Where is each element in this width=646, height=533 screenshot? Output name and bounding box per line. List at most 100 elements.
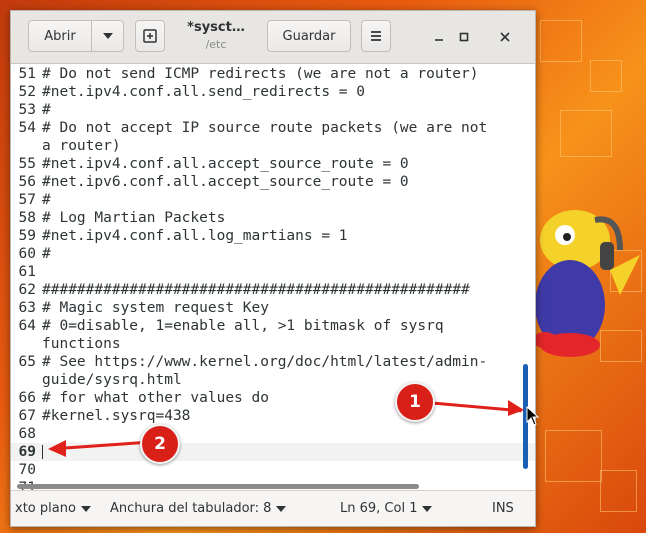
mouse-pointer-icon: [526, 406, 540, 426]
line-number: 51: [18, 66, 36, 82]
editor-line[interactable]: 60 #: [11, 245, 535, 263]
editor-line[interactable]: 51 # Do not send ICMP redirects (we are n…: [11, 65, 535, 83]
line-number: 68: [18, 426, 36, 442]
arrow-head-icon: [508, 400, 524, 416]
maximize-button[interactable]: [454, 27, 474, 47]
annotation-marker-2: 2: [140, 424, 180, 464]
editor-line[interactable]: 64 # 0=disable, 1=enable all, >1 bitmask …: [11, 317, 535, 335]
line-text: # See https://www.kernel.org/doc/html/la…: [42, 354, 488, 370]
editor-line[interactable]: 70: [11, 461, 535, 479]
hamburger-menu-icon: [371, 31, 381, 41]
editor-line[interactable]: a router): [11, 137, 535, 155]
line-number: 54: [18, 120, 36, 136]
editor-line[interactable]: guide/sysrq.html: [11, 371, 535, 389]
language-label: xto plano: [15, 501, 76, 516]
tab-width-label: Anchura del tabulador: 8: [110, 501, 272, 516]
text-editor-window: Abrir *sysct… /etc Guardar 51 # Do not s…: [10, 10, 536, 527]
minimize-button[interactable]: [429, 27, 449, 47]
line-number: 57: [18, 192, 36, 208]
line-number: 69: [18, 444, 36, 460]
line-number: 66: [18, 390, 36, 406]
insert-mode-label: INS: [492, 501, 514, 516]
editor-line[interactable]: 55 #net.ipv4.conf.all.accept_source_route…: [11, 155, 535, 173]
line-number: 60: [18, 246, 36, 262]
status-bar: xto plano Anchura del tabulador: 8 Ln 69…: [11, 490, 535, 526]
line-number: 58: [18, 210, 36, 226]
line-number: 56: [18, 174, 36, 190]
new-tab-button[interactable]: [135, 20, 165, 52]
line-number: 65: [18, 354, 36, 370]
editor-line[interactable]: 56 #net.ipv6.conf.all.accept_source_route…: [11, 173, 535, 191]
insert-mode-indicator[interactable]: INS: [492, 501, 514, 516]
line-text: guide/sysrq.html: [42, 372, 182, 388]
text-cursor: [42, 445, 43, 459]
line-number: 67: [18, 408, 36, 424]
editor-line[interactable]: 59 #net.ipv4.conf.all.log_martians = 1: [11, 227, 535, 245]
header-bar: Abrir *sysct… /etc Guardar: [11, 11, 535, 64]
document-path: /etc: [205, 38, 227, 51]
line-text: #: [42, 102, 51, 118]
main-menu-button[interactable]: [361, 20, 391, 52]
line-text: # for what other values do: [42, 390, 269, 406]
line-number: 52: [18, 84, 36, 100]
editor-line[interactable]: 67 #kernel.sysrq=438: [11, 407, 535, 425]
line-text: # 0=disable, 1=enable all, >1 bitmask of…: [42, 318, 444, 334]
line-number: 63: [18, 300, 36, 316]
editor-line[interactable]: 52 #net.ipv4.conf.all.send_redirects = 0: [11, 83, 535, 101]
annotation-marker-1: 1: [395, 382, 435, 422]
cursor-position-label: Ln 69, Col 1: [340, 501, 418, 516]
open-button[interactable]: Abrir: [28, 20, 92, 52]
line-text: # Magic system request Key: [42, 300, 269, 316]
window-title-area: *sysct… /etc: [171, 20, 261, 51]
editor-line[interactable]: 61: [11, 263, 535, 281]
line-text: #net.ipv4.conf.all.log_martians = 1: [42, 228, 348, 244]
horizontal-scrollbar[interactable]: [17, 484, 419, 489]
minimize-icon: [435, 39, 443, 41]
editor-line[interactable]: functions: [11, 335, 535, 353]
line-text: functions: [42, 336, 121, 352]
cursor-position-selector[interactable]: Ln 69, Col 1: [340, 501, 433, 516]
tab-width-selector[interactable]: Anchura del tabulador: 8: [110, 501, 287, 516]
line-text: #net.ipv4.conf.all.send_redirects = 0: [42, 84, 366, 100]
line-number: 62: [18, 282, 36, 298]
line-number: 70: [18, 462, 36, 478]
editor-line[interactable]: 58 # Log Martian Packets: [11, 209, 535, 227]
line-text: a router): [42, 138, 121, 154]
chevron-down-icon: [102, 33, 113, 39]
line-number: 53: [18, 102, 36, 118]
close-icon: [500, 32, 510, 42]
line-text: #kernel.sysrq=438: [42, 408, 191, 424]
text-editor-area[interactable]: 51 # Do not send ICMP redirects (we are n…: [11, 64, 535, 490]
line-number: 59: [18, 228, 36, 244]
editor-line[interactable]: 63 # Magic system request Key: [11, 299, 535, 317]
document-title: *sysct…: [187, 20, 245, 35]
close-button[interactable]: [495, 27, 515, 47]
line-text: # Do not accept IP source route packets …: [42, 120, 488, 136]
line-number: 64: [18, 318, 36, 334]
penguin-mascot-icon: [533, 210, 640, 357]
open-menu-button[interactable]: [91, 20, 124, 52]
editor-line[interactable]: 65 # See https://www.kernel.org/doc/html/…: [11, 353, 535, 371]
line-text: #: [42, 192, 51, 208]
editor-line[interactable]: 62 ######################################…: [11, 281, 535, 299]
line-number: 55: [18, 156, 36, 172]
line-text: #net.ipv6.conf.all.accept_source_route =…: [42, 174, 409, 190]
new-document-icon: [143, 29, 157, 43]
editor-line[interactable]: 68: [11, 425, 535, 443]
line-text: ########################################…: [42, 282, 470, 298]
language-selector[interactable]: xto plano: [15, 501, 91, 516]
line-text: #: [42, 246, 51, 262]
line-text: #net.ipv4.conf.all.accept_source_route =…: [42, 156, 409, 172]
line-text: # Log Martian Packets: [42, 210, 226, 226]
chevron-down-icon: [80, 505, 91, 512]
editor-line[interactable]: 57 #: [11, 191, 535, 209]
chevron-down-icon: [276, 505, 287, 512]
arrow-head-icon: [48, 440, 66, 457]
chevron-down-icon: [422, 505, 433, 512]
save-button[interactable]: Guardar: [267, 20, 351, 52]
editor-line[interactable]: 54 # Do not accept IP source route packet…: [11, 119, 535, 137]
line-text: # Do not send ICMP redirects (we are not…: [42, 66, 479, 82]
maximize-icon: [459, 32, 469, 42]
line-number: 61: [18, 264, 36, 280]
editor-line[interactable]: 53 #: [11, 101, 535, 119]
